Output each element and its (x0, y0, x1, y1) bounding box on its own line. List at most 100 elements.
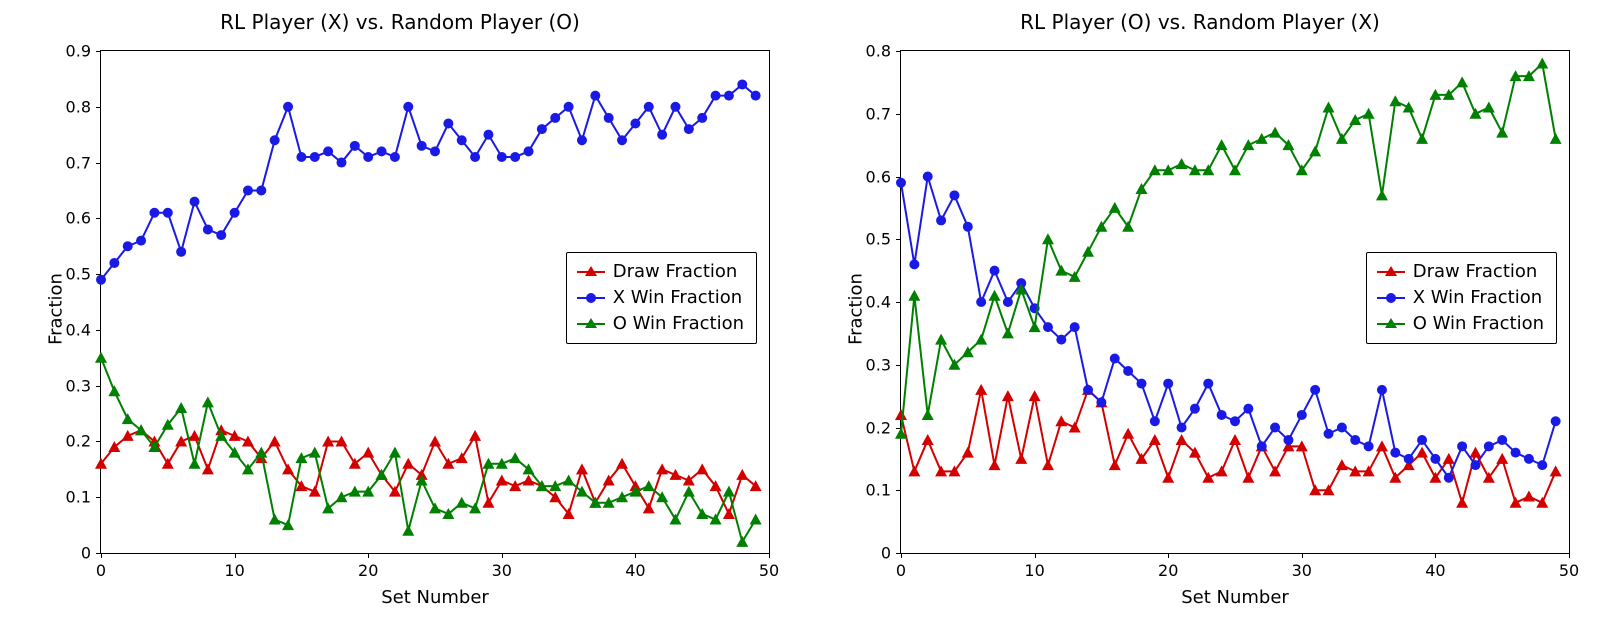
data-point (189, 458, 201, 469)
data-point (310, 152, 320, 162)
legend-item: Draw Fraction (577, 259, 744, 285)
data-point (1310, 385, 1320, 395)
data-point (1456, 497, 1468, 508)
data-point (1497, 435, 1507, 445)
data-point (175, 402, 187, 413)
data-point (1404, 454, 1414, 464)
data-point (1096, 397, 1106, 407)
data-point (1364, 441, 1374, 451)
tick-mark (101, 553, 102, 558)
data-point (429, 435, 441, 446)
data-point (896, 178, 906, 188)
legend-swatch (577, 271, 605, 273)
data-point (229, 430, 241, 441)
y-tick-label: 0.9 (66, 42, 91, 61)
data-point (296, 152, 306, 162)
data-point (362, 447, 374, 458)
data-point (630, 119, 640, 129)
data-point (936, 215, 946, 225)
data-point (1163, 379, 1173, 389)
data-point (1470, 460, 1480, 470)
data-point (403, 102, 413, 112)
data-point (1029, 321, 1041, 332)
data-point (1496, 453, 1508, 464)
data-point (442, 458, 454, 469)
data-point (202, 396, 214, 407)
circle-icon (1386, 293, 1396, 303)
data-point (1403, 101, 1415, 112)
tick-mark (1302, 553, 1303, 558)
data-point (1043, 322, 1053, 332)
data-point (922, 434, 934, 445)
data-point (469, 430, 481, 441)
data-point (190, 197, 200, 207)
data-point (377, 146, 387, 156)
triangle-icon (585, 266, 597, 276)
x-tick-label: 30 (492, 561, 512, 580)
data-point (1176, 434, 1188, 445)
legend-label: X Win Fraction (613, 285, 742, 311)
data-point (1003, 297, 1013, 307)
data-point (1297, 410, 1307, 420)
data-point (1416, 133, 1428, 144)
data-point (1136, 379, 1146, 389)
data-point (684, 124, 694, 134)
data-point (563, 474, 575, 485)
legend-item: X Win Fraction (577, 285, 744, 311)
data-point (96, 275, 106, 285)
y-tick-label: 0.1 (866, 481, 891, 500)
y-tick-label: 0 (81, 544, 91, 563)
data-point (604, 113, 614, 123)
data-point (1510, 497, 1522, 508)
data-point (1536, 58, 1548, 69)
data-point (176, 247, 186, 257)
legend-swatch (1377, 297, 1405, 299)
data-point (989, 459, 1001, 470)
data-point (1015, 453, 1027, 464)
data-point (1216, 465, 1228, 476)
data-point (975, 384, 987, 395)
data-point (524, 146, 534, 156)
data-point (643, 480, 655, 491)
data-point (1083, 385, 1093, 395)
data-point (149, 208, 159, 218)
data-point (1524, 454, 1534, 464)
data-point (309, 447, 321, 458)
data-point (402, 525, 414, 536)
data-point (1484, 441, 1494, 451)
x-tick-label: 10 (224, 561, 244, 580)
data-point (1056, 335, 1066, 345)
data-point (482, 497, 494, 508)
data-point (390, 152, 400, 162)
data-point (683, 486, 695, 497)
data-point (1149, 434, 1161, 445)
data-point (1496, 127, 1508, 138)
data-point (283, 102, 293, 112)
triangle-icon (1385, 318, 1397, 328)
data-point (723, 486, 735, 497)
plot-area: 00.10.20.30.40.50.60.70.80.901020304050D… (100, 50, 770, 554)
legend: Draw FractionX Win FractionO Win Fractio… (566, 252, 757, 344)
data-point (483, 130, 493, 140)
data-point (895, 409, 907, 420)
y-axis-label: Fraction (45, 273, 66, 345)
data-point (644, 102, 654, 112)
data-point (616, 458, 628, 469)
data-point (1190, 404, 1200, 414)
data-point (669, 514, 681, 525)
data-point (376, 469, 388, 480)
tick-mark (368, 553, 369, 558)
data-point (1417, 435, 1427, 445)
x-tick-label: 0 (96, 561, 106, 580)
data-point (1055, 265, 1067, 276)
data-point (1070, 322, 1080, 332)
data-point (1122, 428, 1134, 439)
legend-swatch (577, 297, 605, 299)
data-point (1270, 423, 1280, 433)
data-point (509, 452, 521, 463)
y-tick-label: 0.1 (66, 488, 91, 507)
data-point (736, 469, 748, 480)
tick-mark (901, 553, 902, 558)
data-point (908, 465, 920, 476)
circle-icon (586, 293, 596, 303)
